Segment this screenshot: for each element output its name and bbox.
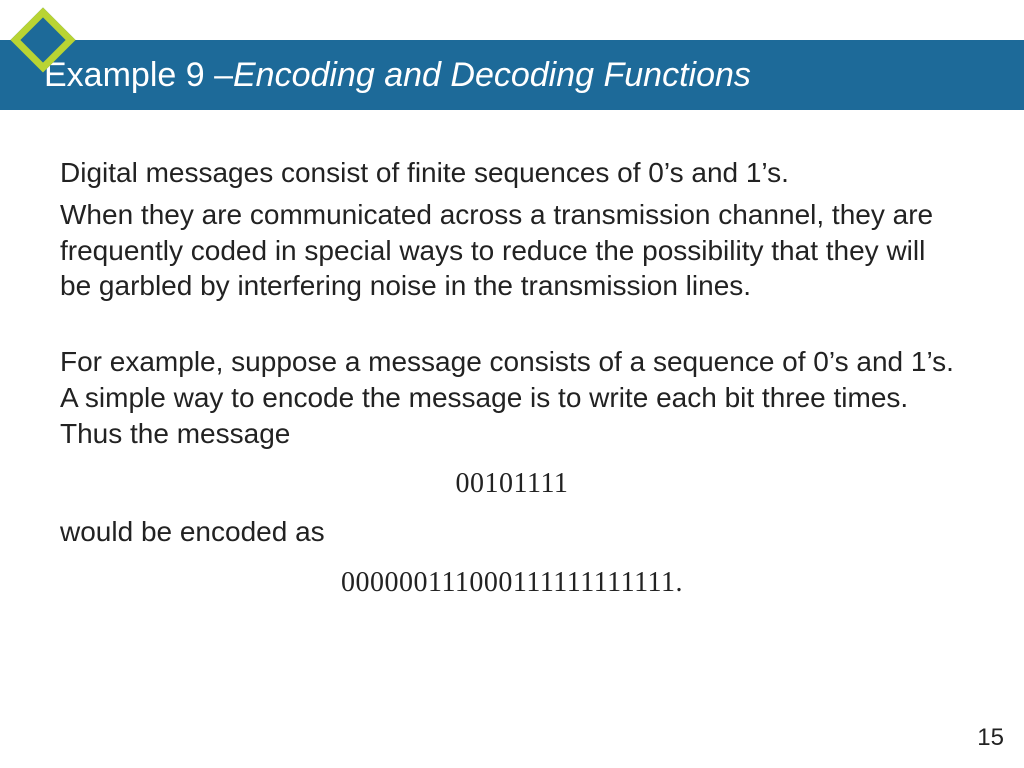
slide-bullet-diamond-icon [11,8,75,72]
code-sample-original: 00101111 [60,466,964,502]
body-paragraph: Digital messages consist of finite seque… [60,155,964,191]
body-paragraph: When they are communicated across a tran… [60,197,964,304]
page-number: 15 [977,724,1004,752]
code-sample-encoded: 000000111000111111111111. [60,565,964,601]
body-paragraph: would be encoded as [60,514,964,550]
title-subtitle: Encoding and Decoding Functions [233,56,751,95]
slide-title-bar: Example 9 – Encoding and Decoding Functi… [0,40,1024,110]
body-paragraph: For example, suppose a message consists … [60,344,964,451]
slide-body: Digital messages consist of finite seque… [60,155,964,601]
